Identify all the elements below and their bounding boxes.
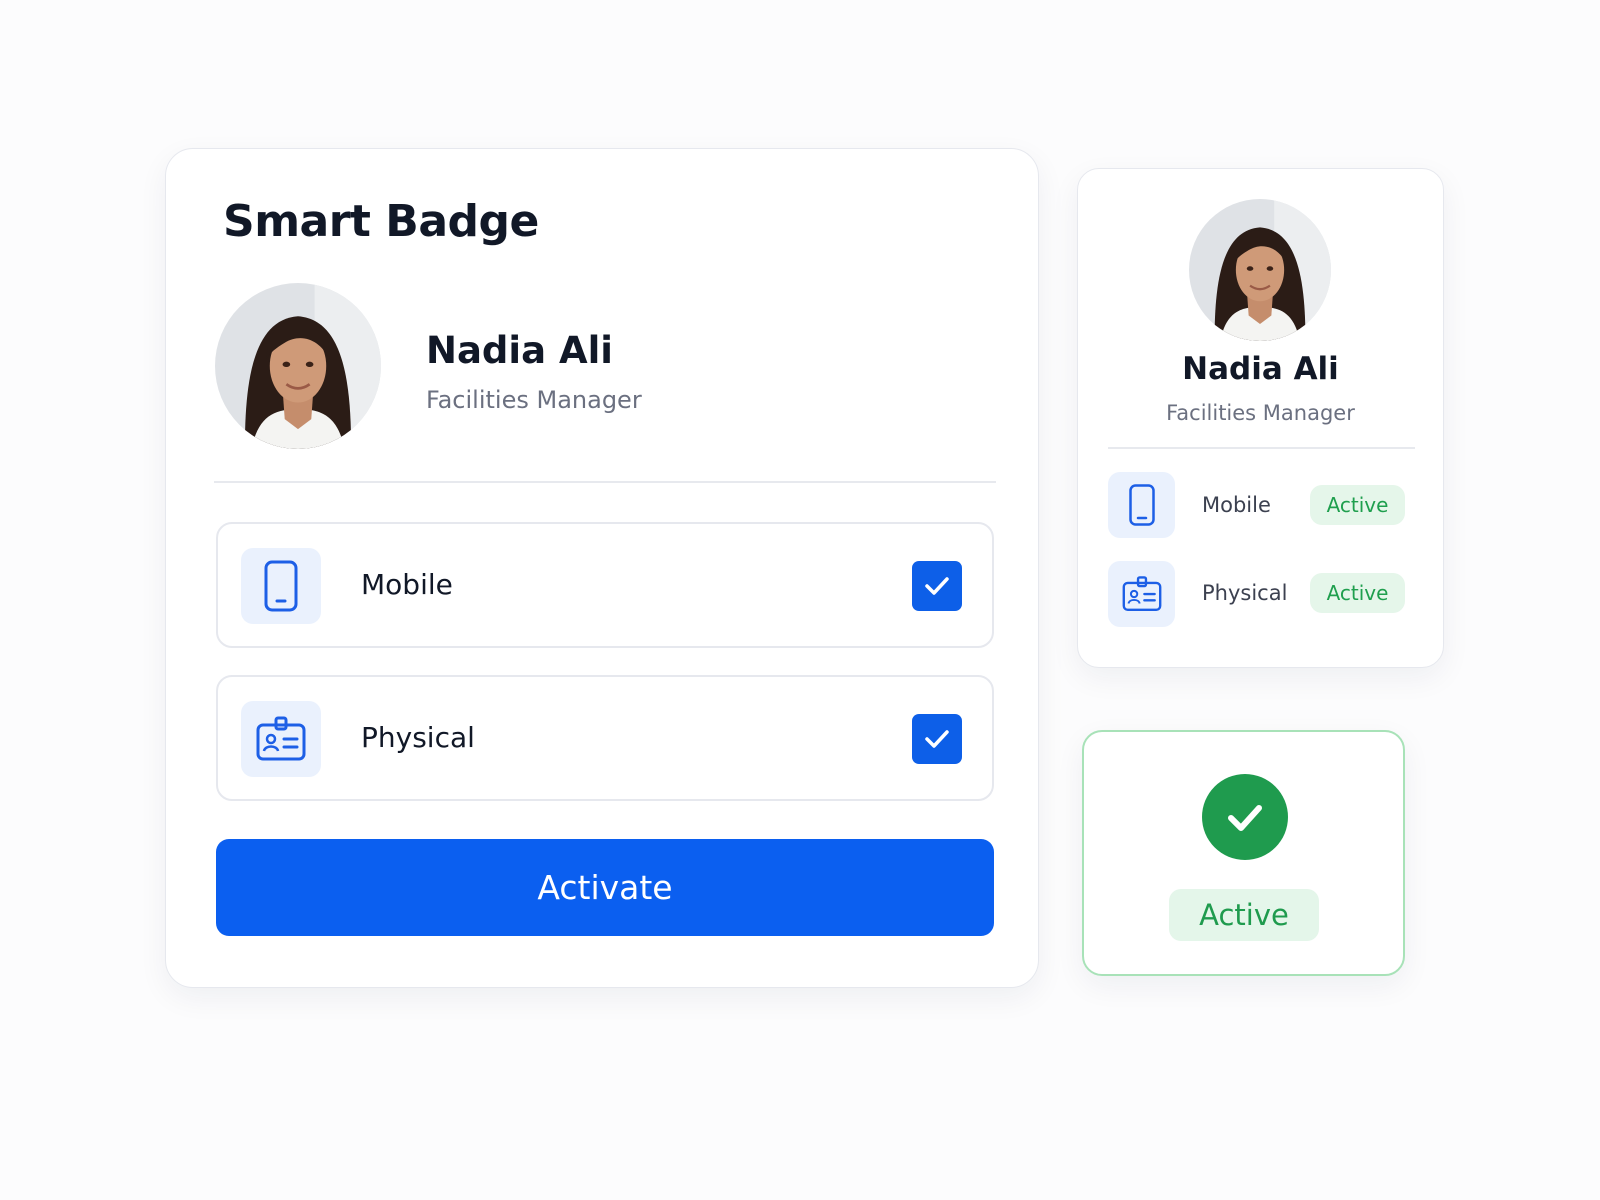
activation-status-card: Active [1082,730,1405,976]
user-name: Nadia Ali [1182,351,1339,387]
option-label-mobile: Mobile [361,568,453,601]
avatar-photo [1189,199,1331,341]
option-row-mobile[interactable]: Mobile [216,522,994,648]
id-card-icon [1108,561,1175,627]
status-badge: Active [1169,889,1319,941]
mobile-checkbox[interactable] [912,561,962,611]
user-name: Nadia Ali [426,329,613,372]
status-badge: Active [1310,485,1405,525]
checkmark-icon [925,577,949,595]
physical-checkbox[interactable] [912,714,962,764]
avatar [1189,199,1331,341]
status-badge: Active [1310,573,1405,613]
user-role: Facilities Manager [426,386,642,414]
summary-label-mobile: Mobile [1202,493,1271,517]
badge-summary-card: Nadia Ali Facilities Manager Mobile Acti… [1077,168,1444,668]
avatar [215,283,381,449]
id-card-icon [241,701,321,777]
phone-icon [1108,472,1175,538]
summary-label-physical: Physical [1202,581,1288,605]
card-title: Smart Badge [223,196,539,247]
phone-icon [241,548,321,624]
option-row-physical[interactable]: Physical [216,675,994,801]
avatar-photo [215,283,381,449]
checkmark-icon [925,730,949,748]
activate-button[interactable]: Activate [216,839,994,936]
check-circle-icon [1202,774,1288,860]
user-role: Facilities Manager [1166,401,1355,425]
smart-badge-card: Smart Badge Nadia Ali Facilities Manager… [165,148,1039,988]
divider [1108,447,1415,449]
option-label-physical: Physical [361,721,475,754]
divider [214,481,996,483]
